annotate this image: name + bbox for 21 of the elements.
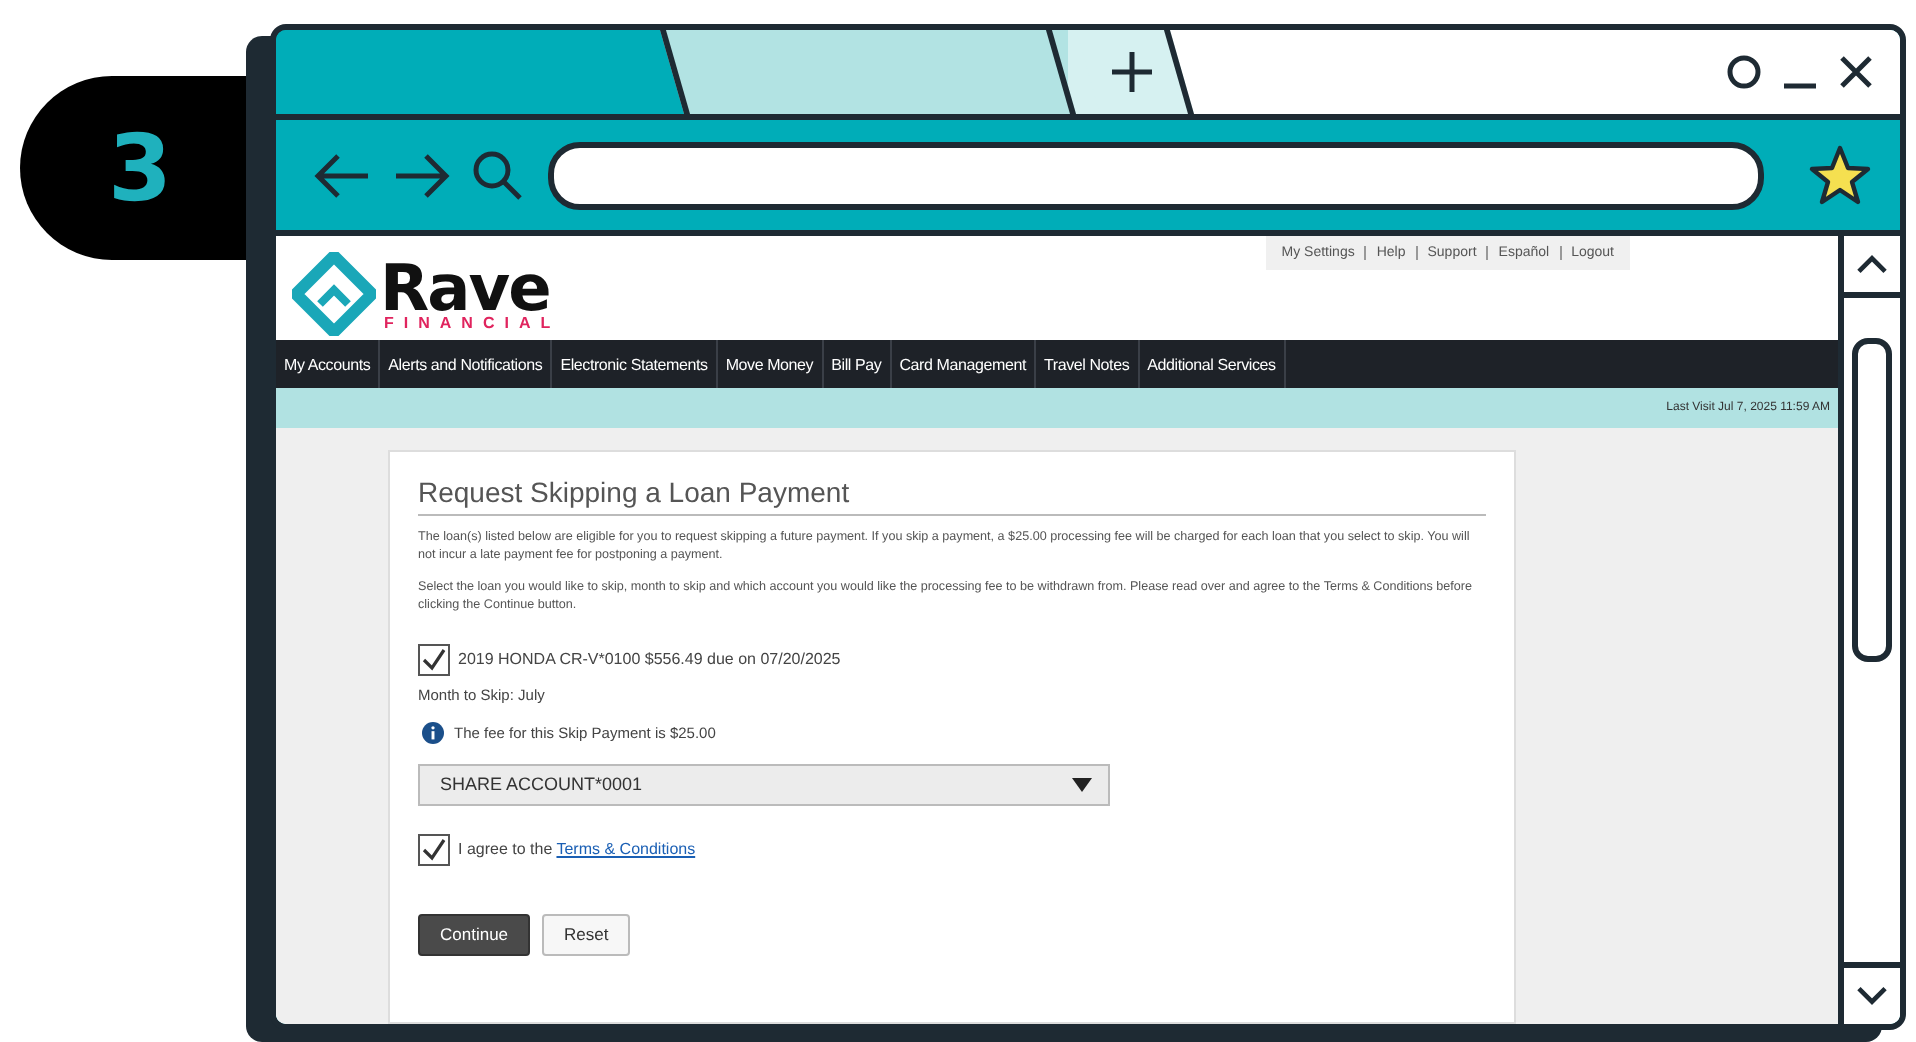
page-title: Request Skipping a Loan Payment [418, 476, 1486, 516]
info-icon [422, 721, 444, 744]
logo-subtitle: FINANCIAL [382, 316, 561, 332]
circle-icon[interactable] [1724, 52, 1764, 92]
plus-icon [1110, 50, 1154, 94]
back-arrow-icon[interactable] [312, 151, 372, 199]
dropdown-arrow-icon [1072, 777, 1092, 792]
checkbox[interactable] [418, 643, 450, 676]
agree-text: I agree to the Terms & Conditions [458, 840, 696, 859]
star-icon[interactable] [1808, 143, 1872, 207]
checkbox[interactable] [418, 833, 450, 866]
reset-button[interactable]: Reset [542, 913, 631, 956]
close-icon[interactable] [1836, 52, 1876, 92]
search-icon[interactable] [472, 149, 524, 201]
loan-label: 2019 HONDA CR-V*0100 $556.49 due on 07/20/2025 [458, 650, 841, 669]
logo-icon [292, 252, 376, 336]
logo-name: Rave [380, 256, 552, 320]
terms-link[interactable]: Terms & Conditions [556, 840, 696, 859]
forward-arrow-icon[interactable] [392, 151, 452, 199]
account-dropdown[interactable]: SHARE ACCOUNT*0001 [418, 763, 1110, 806]
continue-button[interactable]: Continue [418, 913, 531, 956]
